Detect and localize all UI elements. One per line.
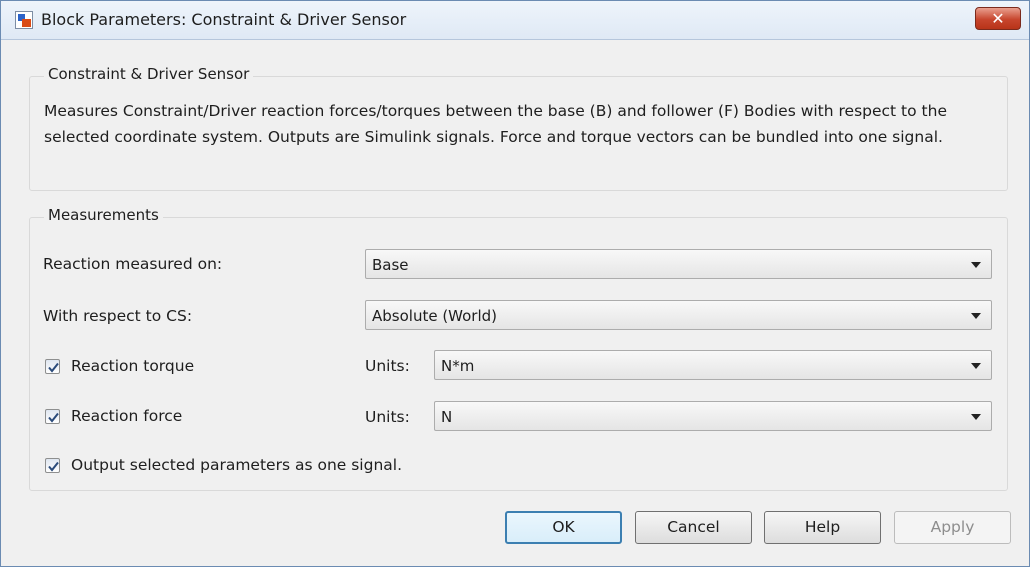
with-respect-to-cs-label: With respect to CS: — [43, 307, 193, 325]
description-group-title: Constraint & Driver Sensor — [44, 65, 254, 83]
description-text: Measures Constraint/Driver reaction forc… — [44, 102, 947, 146]
dialog-window: Block Parameters: Constraint & Driver Se… — [0, 0, 1030, 567]
force-units-value: N — [441, 408, 453, 426]
cancel-button[interactable]: Cancel — [635, 511, 752, 544]
simulink-block-icon — [15, 11, 33, 29]
one-signal-checkbox[interactable] — [45, 458, 60, 473]
chevron-down-icon — [971, 313, 981, 319]
force-units-select[interactable]: N — [434, 401, 992, 431]
reaction-torque-label[interactable]: Reaction torque — [71, 357, 194, 375]
chevron-down-icon — [971, 363, 981, 369]
torque-units-select[interactable]: N*m — [434, 350, 992, 380]
reaction-measured-on-value: Base — [372, 256, 409, 274]
reaction-torque-checkbox[interactable] — [45, 359, 60, 374]
reaction-force-label[interactable]: Reaction force — [71, 407, 182, 425]
torque-units-value: N*m — [441, 357, 475, 375]
close-button[interactable]: ✕ — [975, 7, 1021, 30]
checkmark-icon — [48, 412, 59, 423]
force-units-label: Units: — [365, 408, 410, 426]
chevron-down-icon — [971, 414, 981, 420]
with-respect-to-cs-value: Absolute (World) — [372, 307, 498, 325]
reaction-measured-on-label: Reaction measured on: — [43, 255, 223, 273]
title-bar[interactable]: Block Parameters: Constraint & Driver Se… — [1, 1, 1029, 40]
measurements-group-title: Measurements — [44, 206, 163, 224]
ok-button[interactable]: OK — [505, 511, 622, 544]
help-button[interactable]: Help — [764, 511, 881, 544]
with-respect-to-cs-select[interactable]: Absolute (World) — [365, 300, 992, 330]
reaction-force-checkbox[interactable] — [45, 409, 60, 424]
reaction-measured-on-select[interactable]: Base — [365, 249, 992, 279]
torque-units-label: Units: — [365, 357, 410, 375]
checkmark-icon — [48, 461, 59, 472]
close-icon: ✕ — [991, 9, 1005, 28]
checkmark-icon — [48, 362, 59, 373]
description-group: Constraint & Driver Sensor Measures Cons… — [29, 65, 1008, 191]
one-signal-label[interactable]: Output selected parameters as one signal… — [71, 456, 402, 474]
apply-button: Apply — [894, 511, 1011, 544]
measurements-group: Measurements Reaction measured on: Base … — [29, 206, 1008, 491]
chevron-down-icon — [971, 262, 981, 268]
window-title: Block Parameters: Constraint & Driver Se… — [41, 10, 407, 29]
